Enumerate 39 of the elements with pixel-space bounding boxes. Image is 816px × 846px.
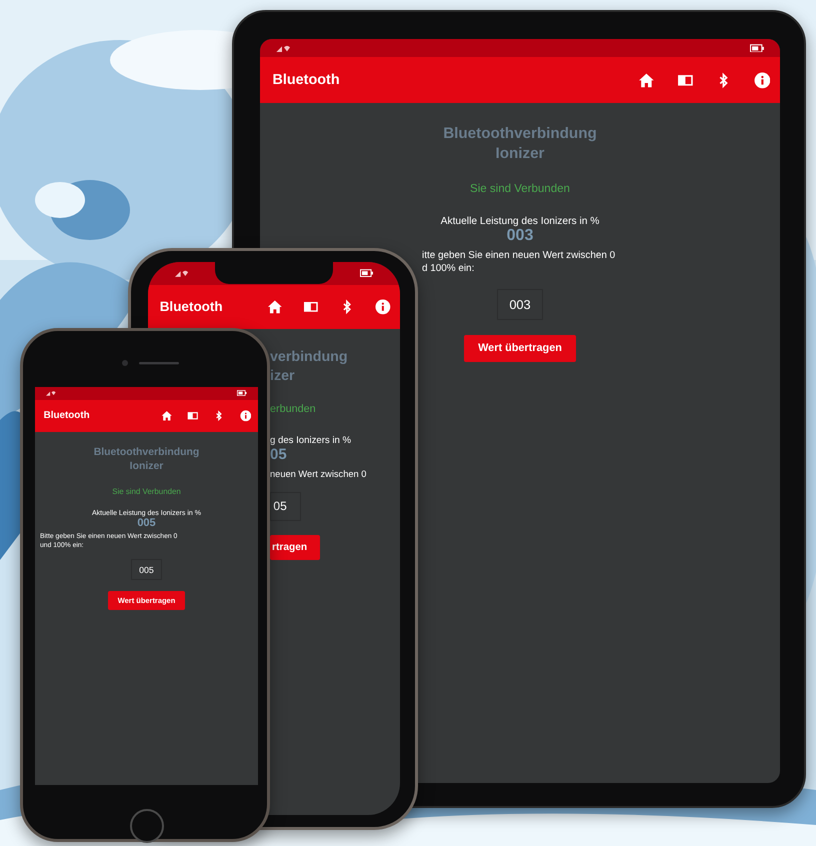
app-title: Bluetooth [158, 299, 224, 314]
connection-status: erbunden [270, 403, 316, 416]
app-title: Bluetooth [271, 72, 341, 88]
submit-button[interactable]: rtragen [270, 534, 320, 560]
battery-icon [750, 44, 764, 52]
connection-status: Sie sind Verbunden [470, 183, 570, 196]
submit-button[interactable]: Wert übertragen [464, 334, 576, 362]
heading-line: Bluetoothverbindung [443, 124, 597, 144]
heading-line: Bluetoothverbindung [94, 446, 200, 460]
prompt-line: itte geben Sie einen neuen Wert zwischen 0 [422, 250, 616, 264]
app-title: Bluetooth [42, 410, 91, 422]
power-value: 05 [270, 446, 287, 463]
power-label: g des Ionizers in % [270, 434, 352, 446]
info-icon[interactable] [240, 410, 252, 422]
signal-icon [46, 390, 57, 397]
info-icon[interactable] [375, 298, 391, 315]
battery-icon [360, 269, 373, 278]
heading-line: Ionizer [496, 144, 544, 164]
home-icon[interactable] [267, 298, 283, 315]
input-field[interactable]: 003 [496, 288, 544, 320]
home-button[interactable] [130, 809, 164, 843]
power-value: 003 [506, 226, 534, 245]
home-icon[interactable] [638, 72, 656, 89]
prompt-line: d 100% ein: [422, 263, 476, 276]
heading-line: Ionizer [130, 460, 164, 474]
sidebar-icon[interactable] [187, 410, 199, 422]
signal-icon [276, 44, 292, 52]
prompt-line: neuen Wert zwischen 0 [270, 468, 368, 480]
input-field[interactable]: 05 [270, 492, 302, 521]
input-field[interactable]: 005 [130, 559, 162, 580]
battery-icon [237, 390, 247, 397]
heading-line: verbindung [270, 348, 348, 367]
info-icon[interactable] [754, 72, 770, 89]
home-icon[interactable] [160, 410, 172, 422]
heading-line: izer [270, 366, 295, 386]
power-label: Aktuelle Leistung des Ionizers in % [440, 216, 600, 227]
earpiece-icon [121, 359, 181, 367]
signal-icon [175, 269, 190, 278]
power-value: 005 [137, 516, 156, 529]
